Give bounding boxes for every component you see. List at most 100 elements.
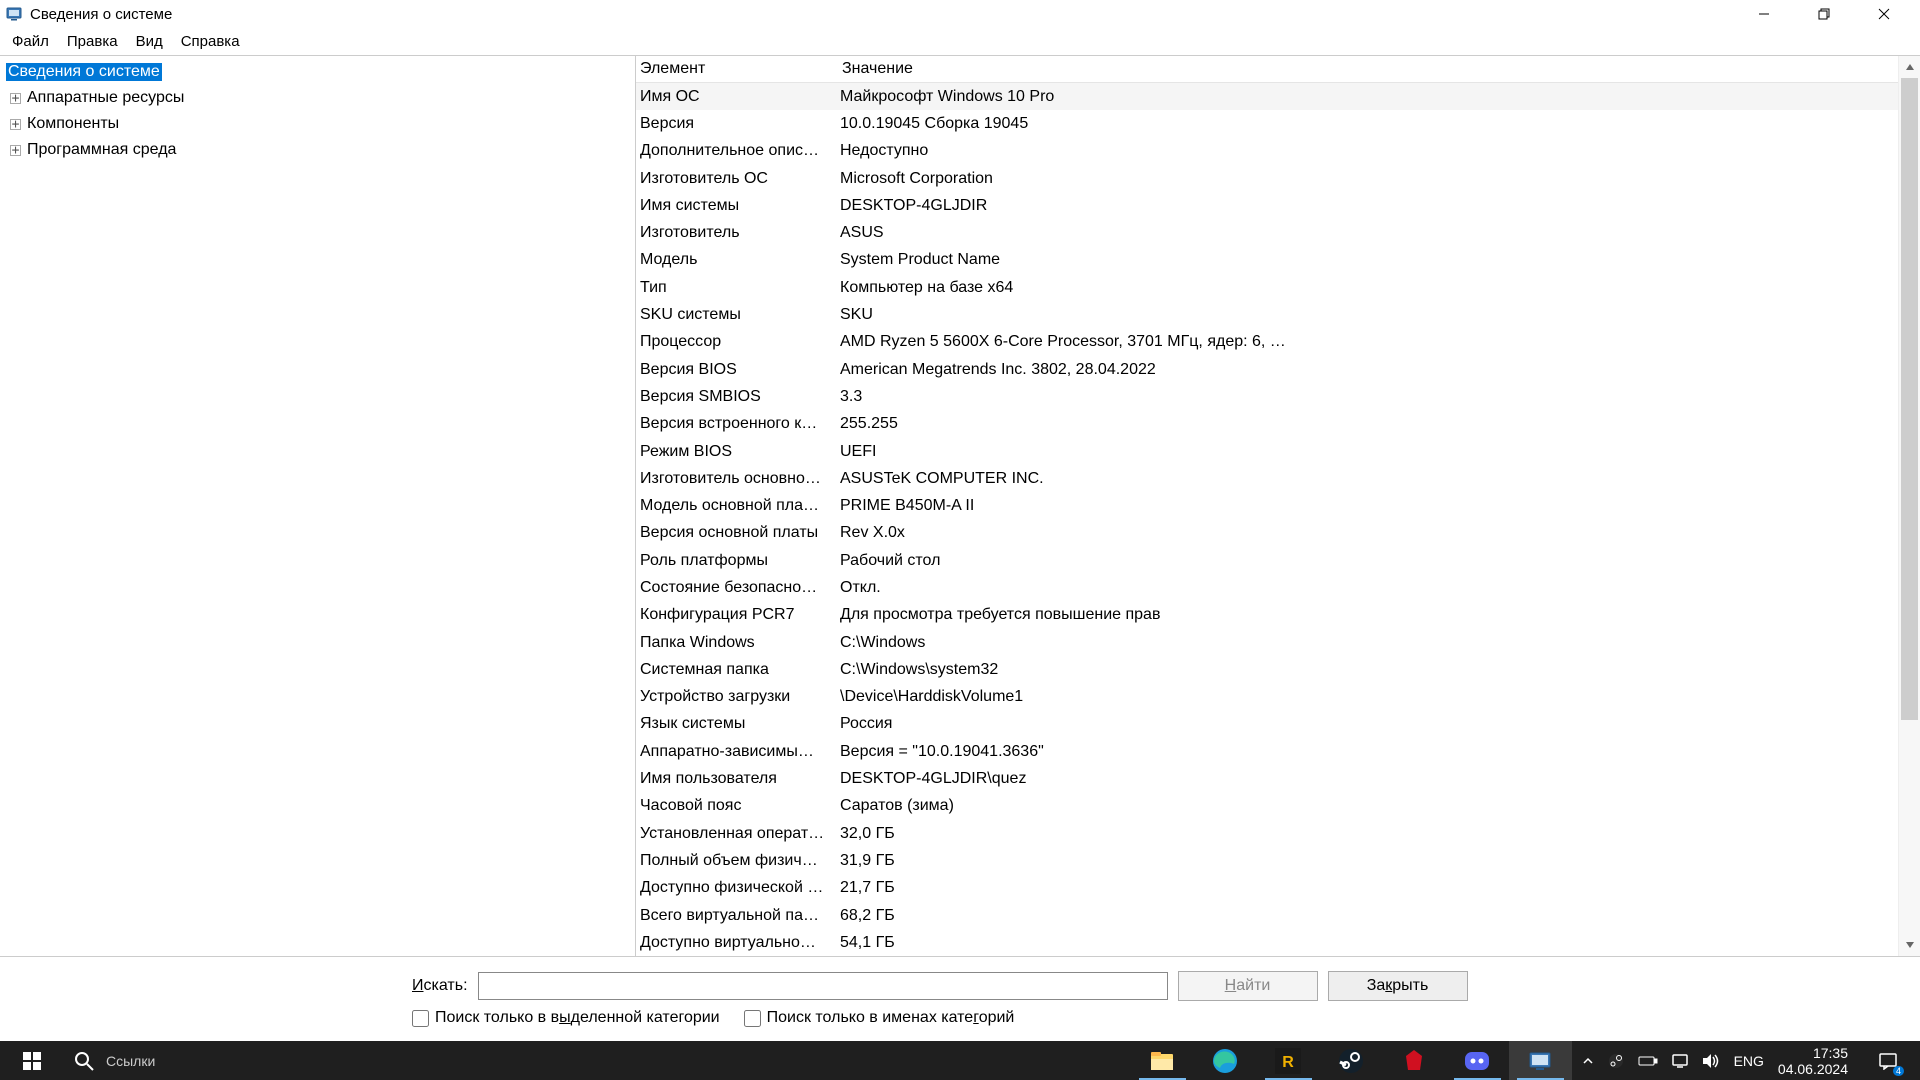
list-row[interactable]: Имя системыDESKTOP-4GLJDIR <box>636 192 1920 219</box>
list-row[interactable]: Доступно физической …21,7 ГБ <box>636 875 1920 902</box>
taskbar-app-msinfo[interactable] <box>1509 1041 1572 1080</box>
menu-file[interactable]: Файл <box>4 31 57 52</box>
taskbar-app-discord[interactable] <box>1446 1041 1509 1080</box>
start-button[interactable] <box>0 1041 64 1080</box>
list-row[interactable]: Аппаратно-зависимы…Версия = "10.0.19041.… <box>636 738 1920 765</box>
list-row[interactable]: Папка WindowsC:\Windows <box>636 629 1920 656</box>
tray-battery-icon[interactable] <box>1638 1054 1658 1068</box>
list-row[interactable]: Доступно виртуально…54,1 ГБ <box>636 929 1920 956</box>
scroll-thumb[interactable] <box>1901 78 1918 720</box>
list-row[interactable]: Версия встроенного к…255.255 <box>636 411 1920 438</box>
checkbox-selected-category[interactable]: Поиск только в выделенной категории <box>412 1009 720 1027</box>
taskbar-app-edge[interactable] <box>1194 1041 1257 1080</box>
close-button-footer[interactable]: Закрыть <box>1328 971 1468 1001</box>
list-row[interactable]: Модель основной пла…PRIME B450M-A II <box>636 492 1920 519</box>
list-row[interactable]: SKU системыSKU <box>636 301 1920 328</box>
cell-element: Дополнительное опис… <box>636 142 838 160</box>
tree-root-item[interactable]: Сведения о системе <box>6 59 635 85</box>
list-header[interactable]: Элемент Значение <box>636 56 1920 83</box>
list-row[interactable]: Версия BIOSAmerican Megatrends Inc. 3802… <box>636 356 1920 383</box>
taskbar-search[interactable]: Ссылки <box>64 1041 751 1080</box>
column-value[interactable]: Значение <box>838 60 1920 78</box>
tree-item-hardware[interactable]: + Аппаратные ресурсы <box>6 85 635 111</box>
taskbar[interactable]: Ссылки R ENG <box>0 1041 1920 1080</box>
list-row[interactable]: Конфигурация PCR7Для просмотра требуется… <box>636 602 1920 629</box>
list-row[interactable]: Дополнительное опис…Недоступно <box>636 138 1920 165</box>
list-row[interactable]: Полный объем физич…31,9 ГБ <box>636 847 1920 874</box>
tray-network-icon[interactable] <box>1672 1053 1688 1069</box>
tree-item-software[interactable]: + Программная среда <box>6 137 635 163</box>
list-row[interactable]: Имя ОСМайкрософт Windows 10 Pro <box>636 83 1920 110</box>
menu-help[interactable]: Справка <box>173 31 248 52</box>
cell-element: Имя системы <box>636 197 838 215</box>
list-row[interactable]: Состояние безопасно…Откл. <box>636 574 1920 601</box>
list-row[interactable]: Изготовитель ОСMicrosoft Corporation <box>636 165 1920 192</box>
close-button[interactable] <box>1854 0 1914 28</box>
checkbox-category-names-input[interactable] <box>744 1010 761 1027</box>
list-row[interactable]: Системная папкаC:\Windows\system32 <box>636 656 1920 683</box>
titlebar[interactable]: Сведения о системе <box>0 0 1920 28</box>
expander-icon[interactable]: + <box>10 119 21 130</box>
list-row[interactable]: Режим BIOSUEFI <box>636 438 1920 465</box>
minimize-button[interactable] <box>1734 0 1794 28</box>
cell-value: 32,0 ГБ <box>838 825 1920 843</box>
notification-badge: 4 <box>1893 1066 1904 1076</box>
search-icon <box>74 1051 94 1071</box>
list-row[interactable]: Установленная операт…32,0 ГБ <box>636 820 1920 847</box>
expander-icon[interactable]: + <box>10 145 21 156</box>
tree-item-components[interactable]: + Компоненты <box>6 111 635 137</box>
scroll-up-icon[interactable] <box>1899 56 1920 78</box>
column-element[interactable]: Элемент <box>636 60 838 78</box>
cell-element: Доступно виртуально… <box>636 934 838 952</box>
menu-edit[interactable]: Правка <box>59 31 126 52</box>
list-row[interactable]: Версия10.0.19045 Сборка 19045 <box>636 110 1920 137</box>
find-button[interactable]: Найти <box>1178 971 1318 1001</box>
scrollbar-vertical[interactable] <box>1898 56 1920 956</box>
list-row[interactable]: Язык системыРоссия <box>636 711 1920 738</box>
cell-element: Аппаратно-зависимы… <box>636 743 838 761</box>
checkbox-category-names[interactable]: Поиск только в именах категорий <box>744 1009 1015 1027</box>
maximize-button[interactable] <box>1794 0 1854 28</box>
list-row[interactable]: Всего виртуальной па…68,2 ГБ <box>636 902 1920 929</box>
list-row[interactable]: Изготовитель основно…ASUSTeK COMPUTER IN… <box>636 465 1920 492</box>
tree-item-label: Компоненты <box>27 115 119 133</box>
tray-date: 04.06.2024 <box>1778 1061 1848 1077</box>
menu-view[interactable]: Вид <box>128 31 171 52</box>
search-input[interactable] <box>478 972 1168 1000</box>
scroll-down-icon[interactable] <box>1899 934 1920 956</box>
tray-chevron-icon[interactable] <box>1582 1055 1594 1067</box>
tray-clock[interactable]: 17:35 04.06.2024 <box>1778 1045 1852 1077</box>
cell-value: Rev X.0x <box>838 524 1920 542</box>
cell-element: Язык системы <box>636 715 838 733</box>
cell-element: Имя ОС <box>636 88 838 106</box>
list-row[interactable]: ПроцессорAMD Ryzen 5 5600X 6-Core Proces… <box>636 329 1920 356</box>
list-row[interactable]: Версия основной платыRev X.0x <box>636 520 1920 547</box>
list-row[interactable]: Имя пользователяDESKTOP-4GLJDIR\quez <box>636 765 1920 792</box>
list-row[interactable]: МодельSystem Product Name <box>636 247 1920 274</box>
cell-value: American Megatrends Inc. 3802, 28.04.202… <box>838 361 1920 379</box>
taskbar-app-steam[interactable] <box>1320 1041 1383 1080</box>
list-body[interactable]: Имя ОСМайкрософт Windows 10 ProВерсия10.… <box>636 83 1920 956</box>
list-row[interactable]: Версия SMBIOS3.3 <box>636 383 1920 410</box>
expander-icon[interactable]: + <box>10 93 21 104</box>
tree-root-label: Сведения о системе <box>6 63 162 81</box>
tray-steam-icon[interactable] <box>1608 1053 1624 1069</box>
tray-notifications[interactable]: 4 <box>1866 1041 1910 1080</box>
taskbar-app-r[interactable]: R <box>1257 1041 1320 1080</box>
checkbox-selected-category-input[interactable] <box>412 1010 429 1027</box>
list-row[interactable]: Часовой поясСаратов (зима) <box>636 793 1920 820</box>
taskbar-app-red[interactable] <box>1383 1041 1446 1080</box>
cell-element: Устройство загрузки <box>636 688 838 706</box>
list-row[interactable]: Роль платформыРабочий стол <box>636 547 1920 574</box>
list-row[interactable]: ИзготовительASUS <box>636 219 1920 246</box>
cell-element: Версия основной платы <box>636 524 838 542</box>
cell-element: Версия SMBIOS <box>636 388 838 406</box>
tray-language[interactable]: ENG <box>1734 1053 1764 1069</box>
list-row[interactable]: ТипКомпьютер на базе x64 <box>636 274 1920 301</box>
cell-element: Версия <box>636 115 838 133</box>
taskbar-app-explorer[interactable] <box>1131 1041 1194 1080</box>
list-row[interactable]: Устройство загрузки\Device\HarddiskVolum… <box>636 684 1920 711</box>
tray-volume-icon[interactable] <box>1702 1053 1720 1069</box>
tree-pane[interactable]: Сведения о системе + Аппаратные ресурсы … <box>0 56 636 956</box>
system-tray[interactable]: ENG 17:35 04.06.2024 4 <box>1572 1041 1920 1080</box>
